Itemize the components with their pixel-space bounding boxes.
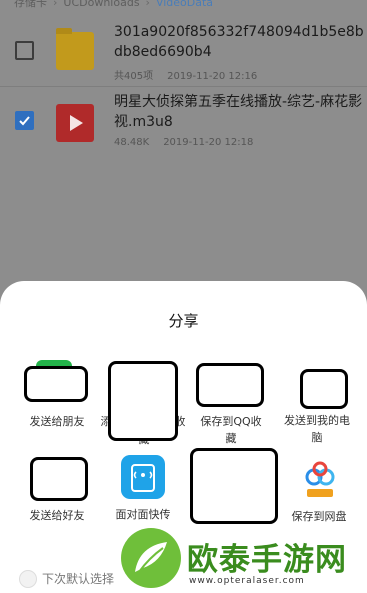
file-row[interactable]: 301a9020f856332f748094d1b5e8bdb8ed6690b4… [0, 12, 367, 86]
breadcrumb-item[interactable]: UCDownloads [63, 0, 139, 9]
share-target-qq-friend[interactable]: 发送给好友 [20, 457, 94, 527]
chevron-right-icon: › [145, 0, 150, 9]
share-target-label: 保存到网盘 [291, 510, 347, 523]
share-target-unknown[interactable]: 添 藏 收 [100, 361, 186, 451]
file-date: 2019-11-20 12:18 [163, 137, 254, 148]
file-checkbox[interactable] [15, 41, 34, 60]
share-target-qq-favorites[interactable]: 保存到QQ收 藏 [190, 363, 272, 453]
baidu-netdisk-icon [299, 459, 341, 501]
share-target-label: 保存到QQ收 [200, 415, 262, 428]
redacted-icon [24, 366, 88, 402]
watermark-logo-icon [121, 528, 181, 588]
share-target-label: 发送给朋友 [29, 415, 85, 428]
file-meta: 48.48K 2019-11-20 12:18 [114, 137, 253, 148]
share-target-label: 藏 [225, 432, 237, 445]
watermark-text: 欧泰手游网 [187, 542, 347, 578]
file-row[interactable]: 明星大侦探第五季在线播放-综艺-麻花影视.m3u8 48.48K 2019-11-… [0, 86, 367, 158]
file-name: 明星大侦探第五季在线播放-综艺-麻花影视.m3u8 [114, 94, 363, 130]
file-size: 48.48K [114, 137, 150, 148]
breadcrumb: 存储卡 › UCDownloads › VideoData [0, 0, 367, 9]
file-checkbox-checked[interactable] [15, 111, 34, 130]
share-target-baidu-netdisk[interactable]: 保存到网盘 [280, 457, 358, 527]
share-target-label: 发送到我的电 [284, 414, 350, 427]
qq-favorites-icon [196, 363, 264, 407]
chevron-right-icon: › [53, 0, 58, 9]
video-file-icon [56, 104, 94, 142]
default-option-radio[interactable] [19, 570, 37, 588]
folder-icon [56, 28, 94, 70]
file-name: 301a9020f856332f748094d1b5e8bdb8ed6690b4 [114, 24, 364, 60]
redacted-icon[interactable] [190, 448, 278, 524]
redacted-icon [108, 361, 178, 441]
checkmark-icon [19, 116, 30, 126]
file-date: 2019-11-20 12:16 [167, 71, 258, 82]
file-meta: 共405项 2019-11-20 12:16 [114, 67, 257, 82]
qq-computer-icon [300, 369, 348, 409]
watermark-url: www.opteralaser.com [189, 576, 305, 586]
face-to-face-transfer-icon [121, 455, 165, 499]
share-target-face-to-face[interactable]: 面对面快传 [104, 455, 182, 525]
default-option-label[interactable]: 下次默认选择 [42, 570, 114, 587]
share-target-label: 发送给好友 [29, 509, 85, 522]
file-size: 共405项 [114, 71, 154, 82]
share-target-wechat-friend[interactable]: 发送给朋友 [20, 366, 94, 436]
share-target-my-computer[interactable]: 发送到我的电 脑 [276, 369, 358, 459]
breadcrumb-current: VideoData [155, 0, 214, 9]
breadcrumb-item[interactable]: 存储卡 [14, 0, 47, 9]
share-sheet-title: 分享 [168, 312, 199, 330]
qq-icon [30, 457, 88, 501]
share-target-label: 面对面快传 [115, 508, 171, 521]
share-target-label: 脑 [311, 431, 323, 444]
